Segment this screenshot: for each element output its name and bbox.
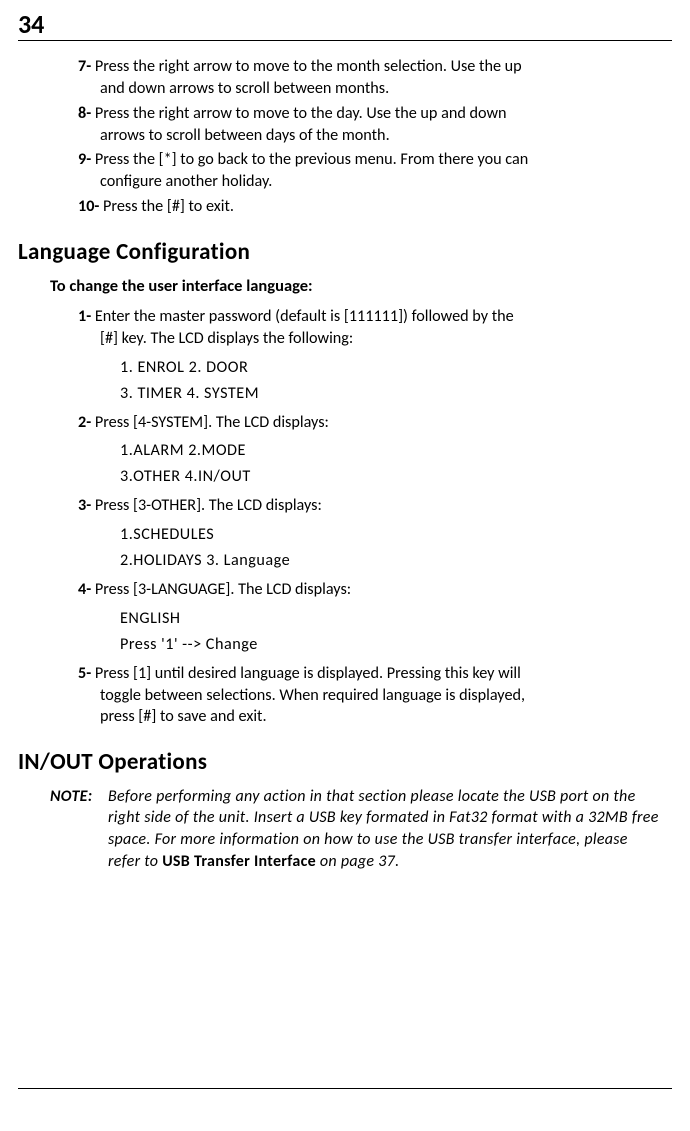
step-item: 1- Enter the master password (default is…	[78, 306, 672, 407]
lcd-line: 1.ALARM 2.MODE	[120, 438, 672, 464]
step-text-cont: toggle between selections. When required…	[78, 685, 672, 707]
step-item: 9- Press the [*] to go back to the previ…	[78, 149, 672, 193]
step-number: 4-	[78, 580, 91, 599]
step-item: 8- Press the right arrow to move to the …	[78, 103, 672, 147]
step-item: 10- Press the [#] to exit.	[78, 196, 672, 218]
lcd-line: 1. ENROL 2. DOOR	[120, 355, 672, 381]
step-text: Press the right arrow to move to the day…	[95, 104, 507, 123]
note-body-post: on page 37.	[316, 852, 399, 871]
step-text: Press [1] until desired language is disp…	[95, 664, 521, 683]
step-number: 10-	[78, 197, 99, 216]
language-step-list: 1- Enter the master password (default is…	[18, 306, 672, 728]
top-rule	[18, 40, 672, 41]
lcd-display-block: ENGLISH Press '1' --> Change	[78, 606, 672, 658]
step-number: 9-	[78, 150, 91, 169]
note-block: NOTE: Before performing any action in th…	[50, 786, 662, 872]
step-number: 3-	[78, 496, 91, 515]
note-body-strong: USB Transfer Interface	[162, 852, 316, 871]
step-text: Press the [*] to go back to the previous…	[95, 150, 528, 169]
step-text: Press [3-OTHER]. The LCD displays:	[95, 496, 322, 515]
lcd-line: Press '1' --> Change	[120, 632, 672, 658]
step-number: 2-	[78, 413, 91, 432]
step-text: Press the right arrow to move to the mon…	[95, 57, 522, 76]
lcd-display-block: 1. ENROL 2. DOOR 3. TIMER 4. SYSTEM	[78, 355, 672, 407]
step-number: 1-	[78, 307, 91, 326]
step-number: 7-	[78, 57, 91, 76]
step-item: 2- Press [4-SYSTEM]. The LCD displays: 1…	[78, 412, 672, 491]
step-text: Enter the master password (default is [1…	[95, 307, 514, 326]
step-text: Press the [#] to exit.	[103, 197, 234, 216]
lcd-display-block: 1.SCHEDULES 2.HOLIDAYS 3. Language	[78, 522, 672, 574]
step-number: 5-	[78, 664, 91, 683]
lcd-line: 3.OTHER 4.IN/OUT	[120, 464, 672, 490]
step-item: 4- Press [3-LANGUAGE]. The LCD displays:…	[78, 579, 672, 658]
note-body: Before performing any action in that sec…	[50, 786, 662, 872]
inout-operations-heading: IN/OUT Operations	[18, 748, 672, 776]
step-text: Press [4-SYSTEM]. The LCD displays:	[95, 413, 329, 432]
lcd-line: 1.SCHEDULES	[120, 522, 672, 548]
lcd-line: 2.HOLIDAYS 3. Language	[120, 548, 672, 574]
initial-step-list: 7- Press the right arrow to move to the …	[18, 56, 672, 218]
step-text: Press [3-LANGUAGE]. The LCD displays:	[95, 580, 351, 599]
page-content: 7- Press the right arrow to move to the …	[18, 56, 672, 872]
step-text-cont: configure another holiday.	[78, 171, 672, 193]
lcd-display-block: 1.ALARM 2.MODE 3.OTHER 4.IN/OUT	[78, 438, 672, 490]
step-item: 7- Press the right arrow to move to the …	[78, 56, 672, 100]
step-text-cont: press [#] to save and exit.	[78, 706, 672, 728]
step-number: 8-	[78, 104, 91, 123]
step-text-cont: arrows to scroll between days of the mon…	[78, 125, 672, 147]
step-text-cont: and down arrows to scroll between months…	[78, 78, 672, 100]
step-item: 5- Press [1] until desired language is d…	[78, 663, 672, 729]
language-config-heading: Language Configuration	[18, 238, 672, 266]
note-label: NOTE:	[50, 787, 92, 806]
lcd-line: 3. TIMER 4. SYSTEM	[120, 381, 672, 407]
step-text-cont: [#] key. The LCD displays the following:	[78, 328, 672, 350]
lcd-line: ENGLISH	[120, 606, 672, 632]
step-item: 3- Press [3-OTHER]. The LCD displays: 1.…	[78, 495, 672, 574]
page-number: 34	[18, 8, 44, 40]
language-subheading: To change the user interface language:	[50, 276, 672, 296]
bottom-rule	[18, 1088, 672, 1089]
